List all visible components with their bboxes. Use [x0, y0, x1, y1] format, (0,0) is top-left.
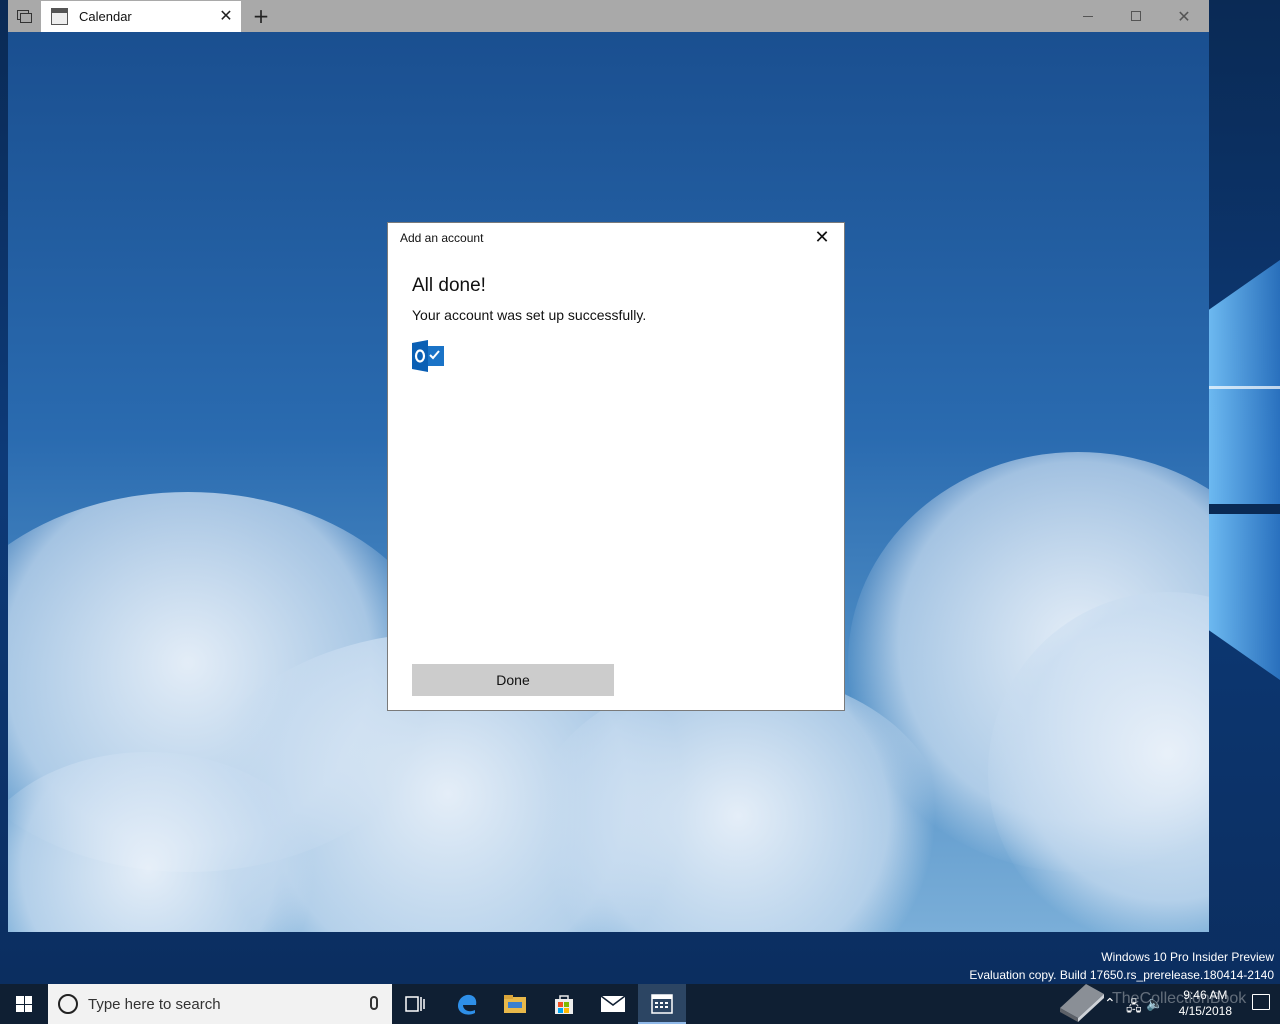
new-tab-button[interactable]: + — [251, 6, 271, 26]
mail-button[interactable] — [589, 984, 637, 1024]
action-center-icon[interactable] — [1252, 994, 1270, 1010]
tab-calendar[interactable]: Calendar ✕ — [41, 1, 241, 32]
dialog-heading: All done! — [412, 275, 486, 296]
outlook-icon — [412, 340, 444, 372]
window-close-button[interactable]: ✕ — [1161, 0, 1207, 32]
watermark-edition: Windows 10 Pro Insider Preview — [1101, 950, 1274, 964]
calendar-icon — [651, 994, 673, 1014]
title-bar: Calendar ✕ + ✕ — [8, 0, 1209, 32]
cortana-icon — [58, 994, 78, 1014]
search-box[interactable]: Type here to search — [48, 984, 392, 1024]
store-icon — [555, 995, 573, 1014]
calendar-icon — [51, 8, 68, 25]
system-tray: TheCollectionBook ⌃ 🖧 🔈 9:46 AM 4/15/201… — [1020, 984, 1280, 1024]
tab-label: Calendar — [79, 9, 132, 24]
tabs-icon — [17, 10, 32, 23]
clock[interactable]: 9:46 AM 4/15/2018 — [1179, 987, 1232, 1019]
network-icon[interactable]: 🖧 — [1126, 996, 1142, 1020]
desktop-wallpaper-logo — [1208, 260, 1280, 680]
microphone-icon[interactable] — [370, 996, 378, 1010]
done-button[interactable]: Done — [412, 664, 614, 696]
search-placeholder: Type here to search — [88, 995, 221, 1013]
task-view-button[interactable] — [392, 984, 440, 1024]
minimize-icon — [1083, 15, 1093, 17]
clock-time: 9:46 AM — [1183, 988, 1228, 1002]
dialog-title: Add an account — [400, 231, 484, 245]
dialog-close-icon[interactable]: ✕ — [814, 229, 830, 247]
maximize-icon — [1131, 11, 1141, 21]
file-explorer-button[interactable] — [491, 984, 539, 1024]
volume-icon[interactable]: 🔈 — [1146, 996, 1163, 1012]
edge-button[interactable] — [443, 984, 491, 1024]
minimize-button[interactable] — [1065, 0, 1111, 32]
start-button[interactable] — [0, 984, 48, 1024]
task-view-icon — [405, 996, 425, 1012]
dialog-message: Your account was set up successfully. — [412, 307, 647, 323]
tab-switcher-button[interactable] — [8, 0, 40, 32]
tab-close-icon[interactable]: ✕ — [219, 8, 233, 24]
store-button[interactable] — [540, 984, 588, 1024]
windows-logo-icon — [16, 996, 32, 1012]
chevron-up-icon[interactable]: ⌃ — [1104, 996, 1116, 1012]
clock-date: 4/15/2018 — [1178, 1004, 1232, 1018]
calendar-app-window: Calendar ✕ + ✕ Add an account ✕ All done… — [8, 0, 1209, 932]
file-explorer-icon — [504, 995, 526, 1013]
book-logo-icon — [1060, 984, 1104, 1022]
build-watermark: Windows 10 Pro Insider Preview Evaluatio… — [969, 948, 1274, 984]
watermark-build: Evaluation copy. Build 17650.rs_prerelea… — [969, 968, 1274, 982]
mail-icon — [600, 995, 626, 1012]
edge-icon — [458, 994, 477, 1015]
add-account-dialog: Add an account ✕ All done! Your account … — [388, 223, 844, 710]
taskbar: Type here to search TheCollectionBook ⌃ … — [0, 984, 1280, 1024]
maximize-button[interactable] — [1113, 0, 1159, 32]
calendar-button[interactable] — [638, 984, 686, 1024]
